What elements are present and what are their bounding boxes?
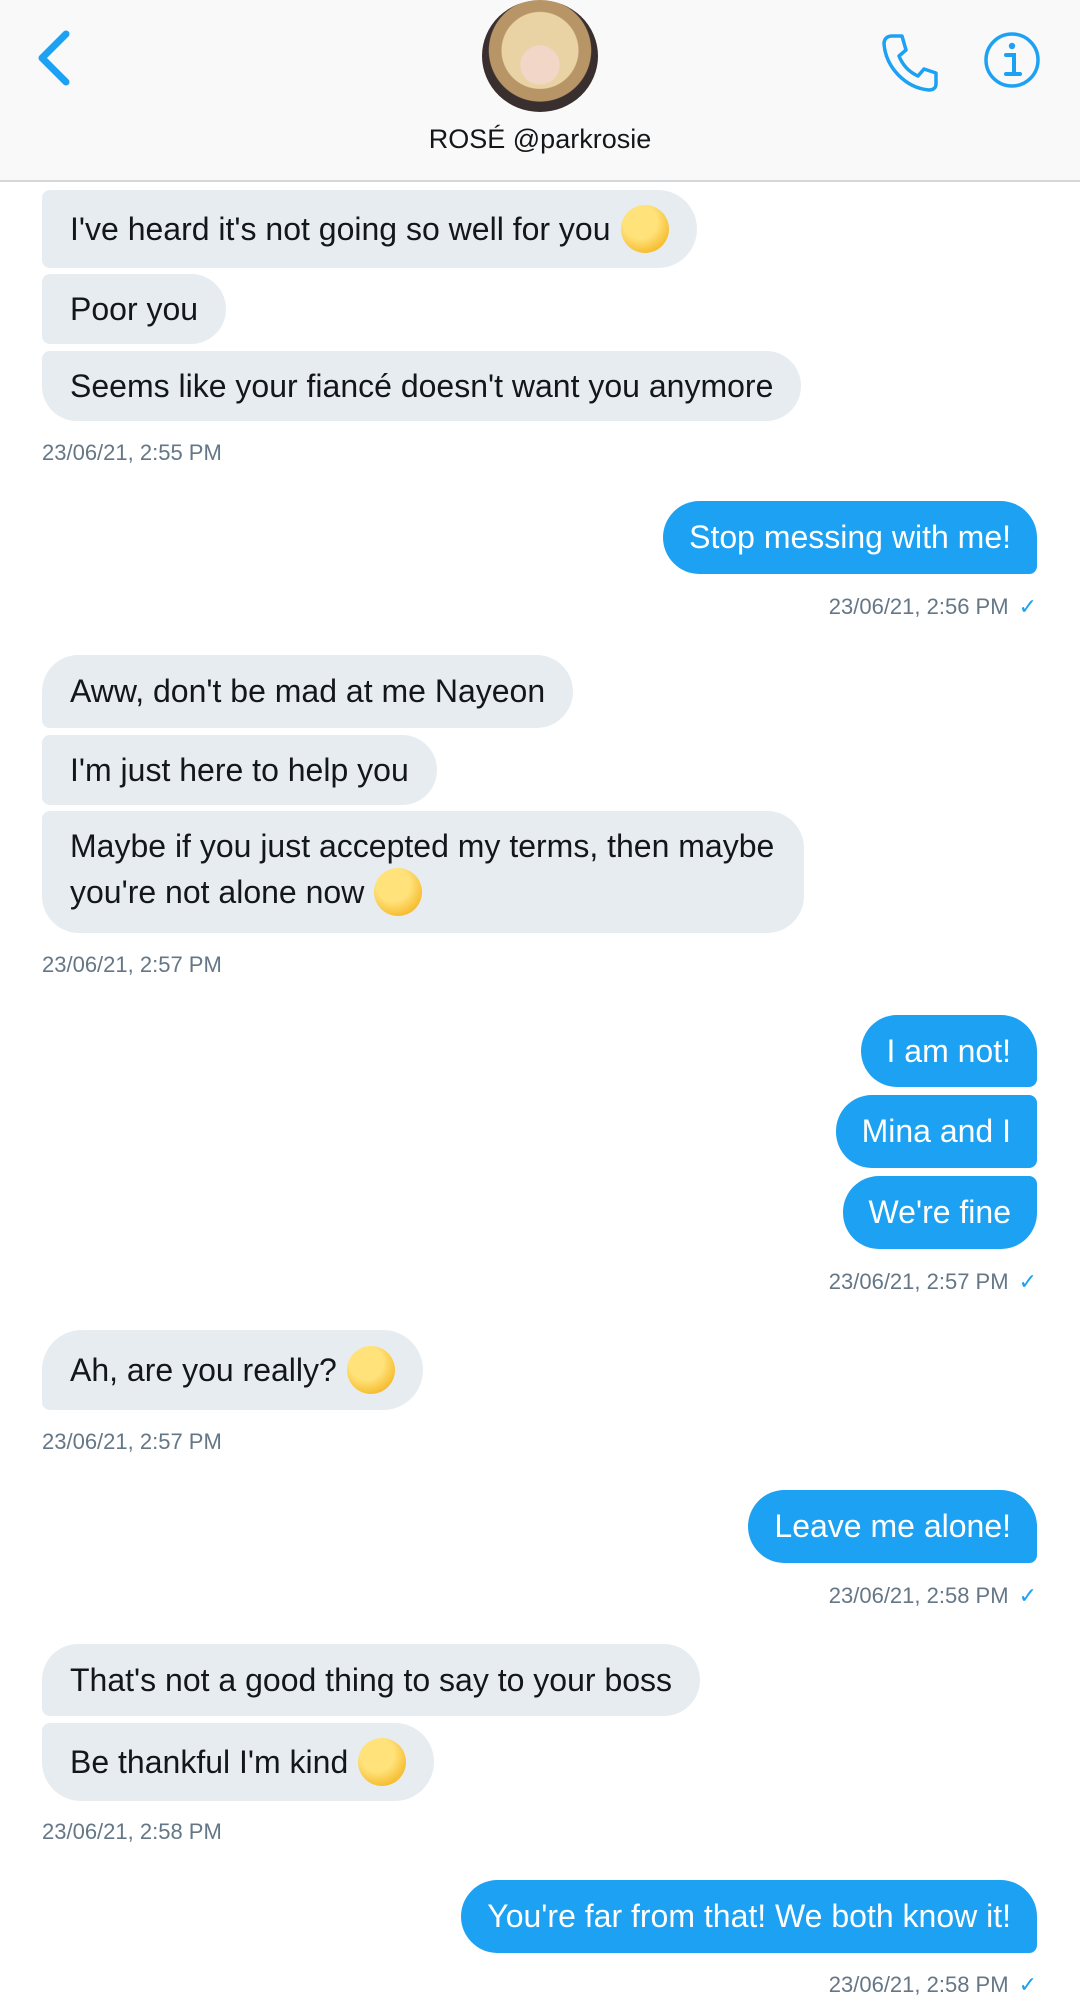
thinking-face-emoji-icon [346, 1345, 395, 1394]
message-timestamp: 23/06/21, 2:58 PM ✓ [828, 1583, 1037, 1608]
incoming-message[interactable]: Poor you [42, 274, 227, 344]
incoming-message[interactable]: Ah, are you really? [42, 1330, 423, 1410]
phone-icon [882, 34, 938, 92]
checkmark-icon: ✓ [1018, 1972, 1037, 1997]
incoming-message[interactable]: That's not a good thing to say to your b… [42, 1644, 701, 1716]
call-button[interactable] [878, 30, 942, 94]
message-timestamp: 23/06/21, 2:57 PM ✓ [828, 1269, 1037, 1294]
contact-name[interactable]: ROSÉ @parkrosie [0, 124, 1080, 155]
relieved-face-emoji-icon [358, 1737, 407, 1786]
chevron-left-icon [38, 30, 70, 86]
checkmark-icon: ✓ [1018, 594, 1037, 619]
message-timestamp: 23/06/21, 2:56 PM ✓ [828, 594, 1037, 619]
info-icon [984, 32, 1040, 88]
incoming-message[interactable]: I've heard it's not going so well for yo… [42, 190, 697, 268]
message-timestamp: 23/06/21, 2:57 PM [42, 952, 222, 977]
avatar[interactable] [482, 0, 598, 112]
incoming-message[interactable]: Aww, don't be mad at me Nayeon [42, 655, 574, 728]
outgoing-message[interactable]: Leave me alone! [748, 1490, 1037, 1563]
incoming-message[interactable]: I'm just here to help you [42, 735, 437, 805]
message-timestamp: 23/06/21, 2:57 PM [42, 1429, 222, 1454]
grinning-squinting-face-emoji-icon [374, 867, 423, 916]
info-button[interactable] [982, 30, 1042, 90]
checkmark-icon: ✓ [1018, 1269, 1037, 1294]
outgoing-message[interactable]: Stop messing with me! [663, 501, 1037, 574]
outgoing-message[interactable]: Mina and I [835, 1095, 1037, 1168]
incoming-message[interactable]: Maybe if you just accepted my terms, the… [42, 811, 804, 933]
message-timestamp: 23/06/21, 2:58 PM [42, 1819, 222, 1844]
back-button[interactable] [30, 26, 80, 90]
frowning-face-emoji-icon [620, 204, 669, 253]
incoming-message[interactable]: Be thankful I'm kind [42, 1723, 435, 1801]
incoming-message[interactable]: Seems like your fiancé doesn't want you … [42, 351, 802, 421]
checkmark-icon: ✓ [1018, 1583, 1037, 1608]
outgoing-message[interactable]: You're far from that! We both know it! [461, 1880, 1037, 1953]
outgoing-message[interactable]: We're fine [842, 1176, 1037, 1249]
message-timestamp: 23/06/21, 2:58 PM ✓ [828, 1972, 1037, 1997]
message-timestamp: 23/06/21, 2:55 PM [42, 440, 222, 465]
conversation-header: ROSÉ @parkrosie [0, 0, 1080, 182]
outgoing-message[interactable]: I am not! [860, 1015, 1037, 1087]
